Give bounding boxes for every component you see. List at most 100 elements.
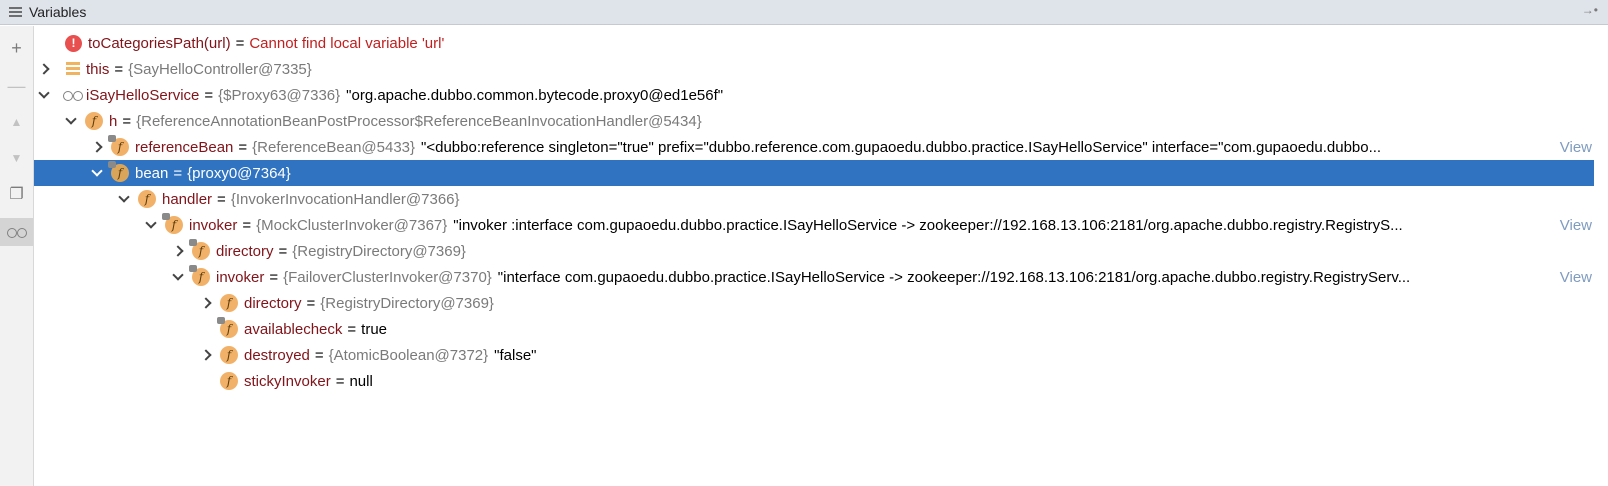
collapse-arrow-icon[interactable] <box>172 271 184 283</box>
collapse-arrow-icon[interactable] <box>91 167 103 179</box>
variable-type: {RegistryDirectory@7369} <box>292 242 466 260</box>
collapse-arrow-icon[interactable] <box>145 219 157 231</box>
variable-name: directory <box>216 242 274 260</box>
collapse-arrow-icon[interactable] <box>38 89 50 101</box>
view-link[interactable]: View <box>1557 138 1592 156</box>
variable-type: {InvokerInvocationHandler@7366} <box>230 190 460 208</box>
field-icon: f <box>220 372 238 390</box>
tree-row-referencebean[interactable]: f referenceBean = {ReferenceBean@5433} "… <box>34 134 1594 160</box>
watch-icon <box>62 89 84 101</box>
equals-sign: = <box>122 112 132 130</box>
field-icon: f <box>108 161 129 182</box>
equals-sign: = <box>314 346 324 364</box>
variable-name: invoker <box>189 216 238 234</box>
variable-value: "<dubbo:reference singleton="true" prefi… <box>421 138 1382 156</box>
move-down-icon[interactable]: ▼ <box>0 144 33 172</box>
variable-name: bean <box>135 164 169 182</box>
tree-row-stickyinvoker[interactable]: f stickyInvoker = null <box>34 368 1594 394</box>
variable-value: "org.apache.dubbo.common.bytecode.proxy0… <box>346 86 724 104</box>
variable-name: availablecheck <box>244 320 343 338</box>
variable-value: "false" <box>494 346 537 364</box>
expand-arrow-icon[interactable] <box>38 63 50 75</box>
tree-row-error[interactable]: ! toCategoriesPath(url) = Cannot find lo… <box>34 30 1594 56</box>
equals-sign: = <box>242 216 252 234</box>
view-link[interactable]: View <box>1557 216 1592 234</box>
tree-row-invoker-mock[interactable]: f invoker = {MockClusterInvoker@7367} "i… <box>34 212 1594 238</box>
variable-name: iSayHelloService <box>86 86 200 104</box>
tree-row-h[interactable]: f h = {ReferenceAnnotationBeanPostProces… <box>34 108 1594 134</box>
equals-sign: = <box>347 320 357 338</box>
variable-name: h <box>109 112 118 130</box>
equals-sign: = <box>306 294 316 312</box>
variable-type: {SayHelloController@7335} <box>128 60 312 78</box>
equals-sign: = <box>217 190 226 208</box>
object-icon <box>66 62 80 76</box>
equals-sign: = <box>235 34 245 52</box>
variable-type: {ReferenceAnnotationBeanPostProcessor$Re… <box>136 112 702 130</box>
variable-value: "invoker :interface com.gupaoedu.dubbo.p… <box>453 216 1403 234</box>
variable-type: {AtomicBoolean@7372} <box>328 346 489 364</box>
menu-icon[interactable] <box>9 6 23 18</box>
collapse-arrow-icon[interactable] <box>65 115 77 127</box>
field-icon: f <box>220 346 238 364</box>
collapse-arrow-icon[interactable] <box>118 193 130 205</box>
equals-sign: = <box>204 86 214 104</box>
error-message: Cannot find local variable 'url' <box>249 34 445 52</box>
copy-icon[interactable]: ❐ <box>0 180 33 208</box>
variable-type: {FailoverClusterInvoker@7370} <box>283 268 492 286</box>
variable-name: this <box>86 60 110 78</box>
expand-arrow-icon[interactable] <box>172 245 184 257</box>
variable-type: {MockClusterInvoker@7367} <box>256 216 448 234</box>
variable-name: destroyed <box>244 346 310 364</box>
tree-row-destroyed[interactable]: f destroyed = {AtomicBoolean@7372} "fals… <box>34 342 1594 368</box>
error-icon: ! <box>65 34 82 52</box>
variables-toolbar: + — ▲ ▼ ❐ <box>0 26 34 486</box>
expand-arrow-icon[interactable] <box>200 297 212 309</box>
field-icon: f <box>189 265 210 286</box>
variable-name: directory <box>244 294 302 312</box>
tree-row-availablecheck[interactable]: f availablecheck = true <box>34 316 1594 342</box>
tree-row-this[interactable]: this = {SayHelloController@7335} <box>34 56 1594 82</box>
equals-sign: = <box>114 60 124 78</box>
variable-value: "interface com.gupaoedu.dubbo.practice.I… <box>497 268 1411 286</box>
equals-sign: = <box>238 138 248 156</box>
variable-name: toCategoriesPath(url) <box>88 34 231 52</box>
tree-row-directory[interactable]: f directory = {RegistryDirectory@7369} <box>34 238 1594 264</box>
variable-value: true <box>361 320 388 338</box>
field-icon: f <box>220 294 238 312</box>
tree-row-directory-2[interactable]: f directory = {RegistryDirectory@7369} <box>34 290 1594 316</box>
field-icon: f <box>85 112 103 130</box>
variable-name: invoker <box>216 268 265 286</box>
variable-name: stickyInvoker <box>244 372 331 390</box>
variable-name: referenceBean <box>135 138 234 156</box>
field-icon: f <box>217 317 238 338</box>
variable-value: null <box>349 372 373 390</box>
equals-sign: = <box>335 372 345 390</box>
equals-sign: = <box>269 268 279 286</box>
variable-name: handler <box>162 190 213 208</box>
add-watch-icon[interactable]: + <box>0 34 33 62</box>
field-icon: f <box>138 190 156 208</box>
expand-arrow-icon[interactable] <box>200 349 212 361</box>
remove-watch-icon[interactable]: — <box>0 72 33 100</box>
equals-sign: = <box>278 242 288 260</box>
view-link[interactable]: View <box>1557 268 1592 286</box>
watches-toggle-icon[interactable] <box>0 218 33 246</box>
equals-sign: = <box>173 164 183 182</box>
variable-type: {$Proxy63@7336} <box>218 86 341 104</box>
field-icon: f <box>189 239 210 260</box>
field-icon: f <box>162 213 183 234</box>
tree-row-handler[interactable]: f handler = {InvokerInvocationHandler@73… <box>34 186 1594 212</box>
expand-arrow-icon[interactable] <box>91 141 103 153</box>
tree-row-invoker-failover[interactable]: f invoker = {FailoverClusterInvoker@7370… <box>34 264 1594 290</box>
move-up-icon[interactable]: ▲ <box>0 108 33 136</box>
tree-row-isayhelloservice[interactable]: iSayHelloService = {$Proxy63@7336} "org.… <box>34 82 1594 108</box>
variables-panel-header: Variables →• <box>0 0 1608 25</box>
panel-title: Variables <box>29 4 87 20</box>
tree-row-bean-selected[interactable]: f bean = {proxy0@7364} <box>34 160 1594 186</box>
pin-icon[interactable]: →• <box>1582 3 1598 17</box>
variable-type: {RegistryDirectory@7369} <box>320 294 494 312</box>
variable-type: {proxy0@7364} <box>187 164 291 182</box>
field-icon: f <box>108 135 129 156</box>
variable-type: {ReferenceBean@5433} <box>252 138 416 156</box>
